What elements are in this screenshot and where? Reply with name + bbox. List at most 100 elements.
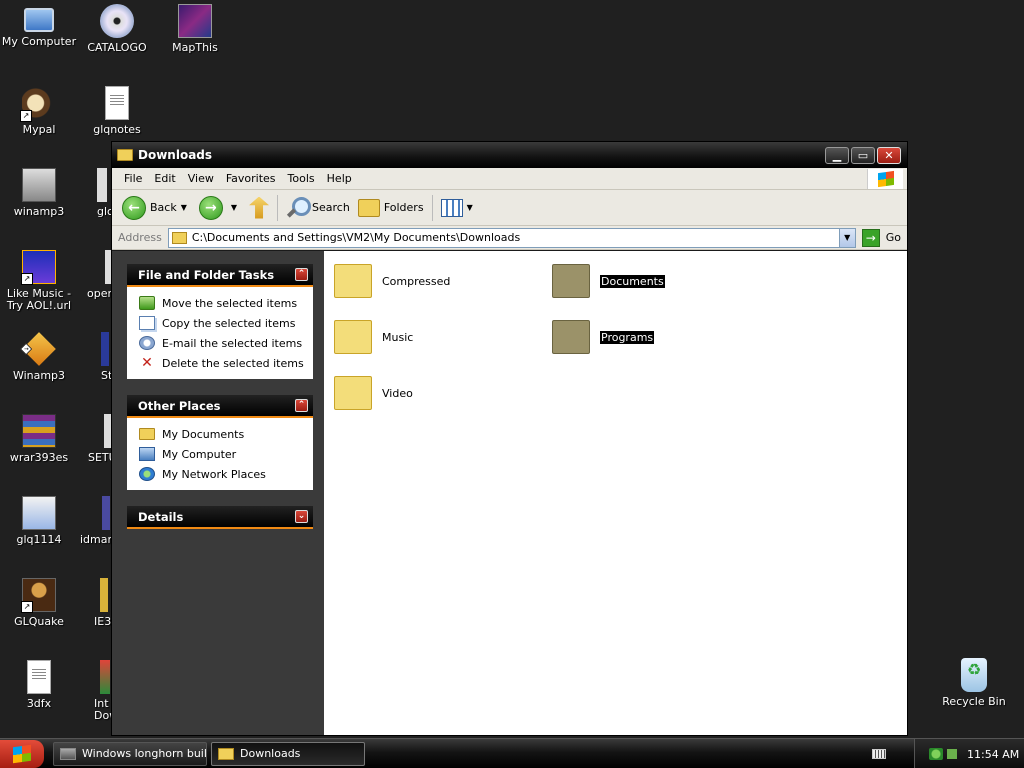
task-label: E-mail the selected items bbox=[162, 336, 303, 350]
desktop-icon-catalogo[interactable]: CATALOGO bbox=[78, 4, 156, 54]
desktop-icon-glqnotes[interactable]: glqnotes bbox=[78, 86, 156, 136]
place-my-documents[interactable]: My Documents bbox=[139, 424, 305, 444]
task-delete[interactable]: ✕ Delete the selected items bbox=[139, 353, 305, 373]
desktop-icon-recycle-bin[interactable]: Recycle Bin bbox=[935, 658, 1013, 708]
desktop-icon-label: Mypal bbox=[22, 123, 56, 136]
desktop-icon-glq1114[interactable]: glq1114 bbox=[0, 496, 78, 546]
partial-icon bbox=[101, 332, 109, 366]
clock[interactable]: 11:54 AM bbox=[967, 748, 1019, 761]
start-button[interactable] bbox=[0, 739, 44, 768]
keyboard-icon[interactable] bbox=[872, 749, 886, 759]
menu-file[interactable]: File bbox=[118, 172, 148, 185]
explorer-window[interactable]: Downloads ▁ ▭ ✕ File Edit View Favorites… bbox=[111, 141, 908, 736]
folder-item-music[interactable]: Music bbox=[334, 315, 413, 359]
back-dropdown-icon[interactable]: ▼ bbox=[181, 203, 187, 212]
desktop-icon-winamp3[interactable]: Winamp3 bbox=[0, 332, 78, 382]
desktop-icon-label: glc bbox=[97, 205, 111, 218]
details-header[interactable]: Details ⌄ bbox=[127, 506, 313, 529]
other-places-header[interactable]: Other Places ⌃ bbox=[127, 395, 313, 418]
desktop-icon-mapthis[interactable]: MapThis bbox=[156, 4, 234, 54]
views-button[interactable]: ▼ bbox=[437, 193, 481, 223]
search-icon bbox=[286, 196, 312, 219]
desktop-icon-glc[interactable]: glc bbox=[78, 168, 111, 218]
desktop-icon-setu[interactable]: SETU bbox=[78, 414, 111, 464]
up-button[interactable] bbox=[245, 193, 273, 223]
desktop-icon-int-dow[interactable]: Int Dow bbox=[78, 660, 111, 722]
move-icon bbox=[139, 296, 155, 310]
forward-button[interactable]: → ▼ bbox=[195, 193, 245, 223]
folder-item-documents[interactable]: Documents bbox=[552, 259, 665, 303]
folder-item-video[interactable]: Video bbox=[334, 371, 413, 415]
go-button[interactable]: → Go bbox=[861, 228, 901, 247]
back-button[interactable]: ← Back ▼ bbox=[118, 193, 195, 223]
desktop-icon-glquake[interactable]: GLQuake bbox=[0, 578, 78, 628]
address-bar: Address C:\Documents and Settings\VM2\My… bbox=[112, 226, 907, 250]
maximize-button[interactable]: ▭ bbox=[851, 146, 875, 164]
views-dropdown-icon[interactable]: ▼ bbox=[467, 203, 473, 212]
menu-favorites[interactable]: Favorites bbox=[220, 172, 282, 185]
network-tray-icon[interactable] bbox=[929, 748, 943, 760]
place-label: My Computer bbox=[162, 447, 237, 461]
desktop-icon-oper[interactable]: oper bbox=[78, 250, 111, 300]
desktop-icon-mypal[interactable]: Mypal bbox=[0, 86, 78, 136]
menu-tools[interactable]: Tools bbox=[282, 172, 321, 185]
tray-status-icon[interactable] bbox=[947, 749, 957, 759]
desktop-icon-wrar393es[interactable]: wrar393es bbox=[0, 414, 78, 464]
address-dropdown-icon[interactable]: ▼ bbox=[838, 228, 855, 247]
taskbar-item-longhorn[interactable]: Windows longhorn buil... bbox=[53, 741, 207, 766]
desktop-icon-label: oper bbox=[87, 287, 111, 300]
desktop-icon-label: St bbox=[101, 369, 111, 382]
mypal-icon bbox=[20, 86, 56, 122]
folder-item-programs[interactable]: Programs bbox=[552, 315, 655, 359]
folders-button[interactable]: Folders bbox=[354, 193, 428, 223]
folder-item-compressed[interactable]: Compressed bbox=[334, 259, 450, 303]
taskbar-item-downloads[interactable]: Downloads bbox=[211, 741, 365, 766]
task-copy[interactable]: Copy the selected items bbox=[139, 313, 305, 333]
folder-icon bbox=[218, 747, 234, 760]
close-button[interactable]: ✕ bbox=[877, 146, 901, 164]
up-folder-icon bbox=[249, 196, 270, 219]
desktop-icon-winamp3-installer[interactable]: winamp3 bbox=[0, 168, 78, 218]
expand-icon[interactable]: ⌄ bbox=[295, 510, 308, 523]
collapse-icon[interactable]: ⌃ bbox=[295, 399, 308, 412]
other-places-panel: Other Places ⌃ My Documents My Computer … bbox=[127, 395, 313, 490]
desktop-icon-label: Like Music - Try AOL!.url bbox=[6, 287, 72, 312]
desktop-icon-st[interactable]: St bbox=[78, 332, 111, 382]
panel-title: Details bbox=[138, 509, 184, 524]
menu-edit[interactable]: Edit bbox=[148, 172, 181, 185]
window-titlebar[interactable]: Downloads ▁ ▭ ✕ bbox=[112, 142, 907, 168]
desktop-icon-label: Winamp3 bbox=[12, 369, 66, 382]
menu-help[interactable]: Help bbox=[321, 172, 358, 185]
place-my-computer[interactable]: My Computer bbox=[139, 444, 305, 464]
desktop-icon-ie3[interactable]: IE3 bbox=[78, 578, 111, 628]
desktop-icon-label: glqnotes bbox=[93, 123, 141, 136]
address-field[interactable]: C:\Documents and Settings\VM2\My Documen… bbox=[167, 227, 856, 248]
task-email[interactable]: E-mail the selected items bbox=[139, 333, 305, 353]
menu-view[interactable]: View bbox=[182, 172, 220, 185]
place-network[interactable]: My Network Places bbox=[139, 464, 305, 484]
file-list[interactable]: Compressed Documents Music Programs Vide… bbox=[324, 251, 907, 735]
music-url-icon bbox=[21, 250, 56, 285]
file-folder-tasks-header[interactable]: File and Folder Tasks ⌃ bbox=[127, 264, 313, 287]
copy-icon bbox=[139, 316, 155, 330]
text-file-icon bbox=[105, 86, 129, 120]
partial-icon bbox=[97, 168, 107, 202]
mapthis-icon bbox=[178, 4, 212, 38]
computer-icon bbox=[139, 447, 155, 461]
collapse-icon[interactable]: ⌃ bbox=[295, 268, 308, 281]
task-move[interactable]: Move the selected items bbox=[139, 293, 305, 313]
forward-dropdown-icon[interactable]: ▼ bbox=[231, 203, 237, 212]
minimize-button[interactable]: ▁ bbox=[825, 146, 849, 164]
system-tray: 11:54 AM bbox=[914, 739, 1024, 768]
winrar-icon bbox=[22, 414, 56, 448]
address-value[interactable]: C:\Documents and Settings\VM2\My Documen… bbox=[192, 231, 839, 244]
search-label: Search bbox=[312, 201, 350, 214]
address-label: Address bbox=[118, 231, 162, 244]
file-folder-tasks-panel: File and Folder Tasks ⌃ Move the selecte… bbox=[127, 264, 313, 379]
desktop-icon-3dfx[interactable]: 3dfx bbox=[0, 660, 78, 710]
desktop-icon-my-computer[interactable]: My Computer bbox=[0, 4, 78, 48]
desktop-icon-idmane[interactable]: idmane bbox=[78, 496, 111, 546]
search-button[interactable]: Search bbox=[282, 193, 354, 223]
winamp-icon bbox=[22, 332, 56, 366]
desktop-icon-like-music[interactable]: Like Music - Try AOL!.url bbox=[0, 250, 78, 312]
